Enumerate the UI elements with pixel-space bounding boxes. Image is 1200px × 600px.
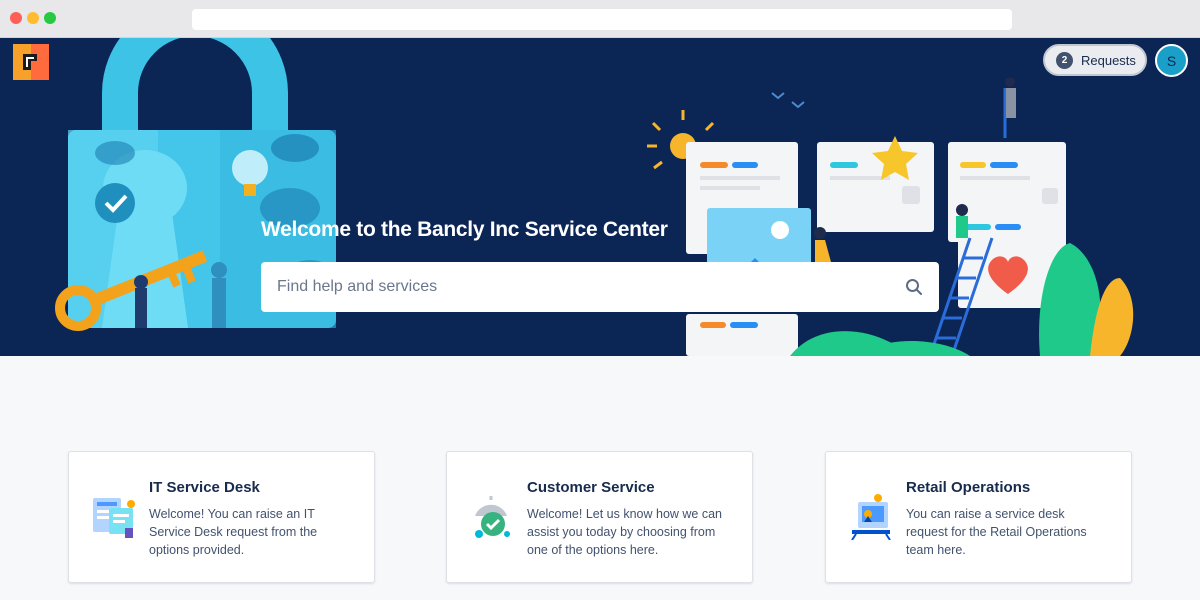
hero-title: Welcome to the Bancly Inc Service Center xyxy=(261,218,668,241)
portal-card-it-service-desk[interactable]: IT Service Desk Welcome! You can raise a… xyxy=(68,451,375,583)
portal-card-customer-service[interactable]: Customer Service Welcome! Let us know ho… xyxy=(446,451,753,583)
requests-label: Requests xyxy=(1081,52,1136,68)
card-description: Welcome! You can raise an IT Service Des… xyxy=(149,507,318,557)
site-logo[interactable] xyxy=(13,44,49,80)
customer-service-icon xyxy=(475,496,510,538)
card-title: Customer Service xyxy=(527,479,655,496)
window-maximize-button[interactable] xyxy=(44,12,56,24)
window-close-button[interactable] xyxy=(10,12,22,24)
search-icon[interactable] xyxy=(905,278,923,296)
card-title: IT Service Desk xyxy=(149,479,260,496)
card-description: You can raise a service desk request for… xyxy=(906,507,1087,557)
retail-operations-icon xyxy=(851,494,891,540)
requests-count-badge: 2 xyxy=(1056,51,1073,69)
portal-card-retail-operations[interactable]: Retail Operations You can raise a servic… xyxy=(825,451,1132,583)
search-input[interactable] xyxy=(277,278,905,296)
window-minimize-button[interactable] xyxy=(27,12,39,24)
browser-chrome xyxy=(0,0,1200,38)
it-service-desk-icon xyxy=(93,498,135,538)
user-avatar[interactable]: S xyxy=(1155,44,1188,77)
card-description: Welcome! Let us know how we can assist y… xyxy=(527,507,723,557)
service-illustration xyxy=(647,78,1134,356)
address-bar[interactable] xyxy=(192,9,1012,30)
hero-banner: 2 Requests S Welcome to the Bancly Inc S… xyxy=(0,38,1200,356)
search-box[interactable] xyxy=(261,262,939,312)
requests-button[interactable]: 2 Requests xyxy=(1043,44,1147,76)
card-title: Retail Operations xyxy=(906,479,1031,496)
